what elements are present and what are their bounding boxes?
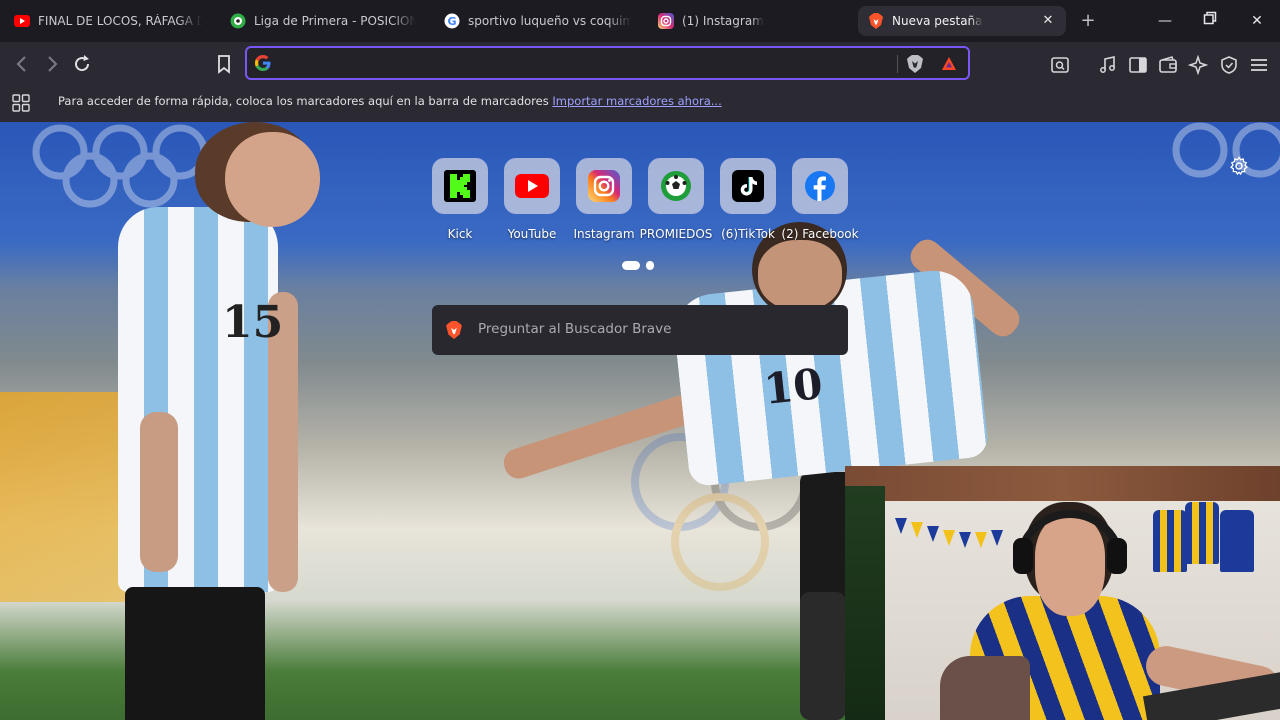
facebook-icon — [792, 158, 848, 214]
bookmarks-bar: Para acceder de forma rápida, coloca los… — [0, 86, 1280, 122]
menu-icon[interactable] — [1249, 55, 1269, 75]
tab-title: FINAL DE LOCOS, RÁFAGA DE G — [38, 14, 202, 28]
address-bar[interactable] — [245, 46, 970, 80]
tab-title: Liga de Primera - POSICIONES — [254, 14, 416, 28]
close-window-icon[interactable]: ✕ — [1247, 11, 1267, 31]
instagram-icon — [658, 13, 674, 29]
toolbar — [0, 42, 1280, 86]
reload-icon[interactable] — [70, 52, 94, 76]
top-sites-pager — [622, 261, 662, 271]
wallet-icon[interactable] — [1158, 55, 1178, 75]
tab-title: (1) Instagram — [682, 14, 764, 28]
tab-youtube[interactable]: FINAL DE LOCOS, RÁFAGA DE G — [4, 6, 212, 36]
google-icon — [255, 55, 271, 71]
bookmarks-hint-text: Para acceder de forma rápida, coloca los… — [58, 94, 549, 108]
tab-liga[interactable]: Liga de Primera - POSICIONES — [220, 6, 426, 36]
top-site-facebook[interactable]: (2) Facebook — [781, 158, 859, 248]
instagram-icon — [576, 158, 632, 214]
media-icon[interactable] — [1098, 55, 1118, 75]
svg-text:G: G — [447, 15, 456, 28]
bookmarks-hint: Para acceder de forma rápida, coloca los… — [58, 94, 722, 108]
gear-icon[interactable] — [1229, 156, 1249, 176]
top-sites: Kick YouTube Instagram PROMIEDOS (6)TikT… — [424, 158, 864, 258]
forward-icon[interactable] — [40, 52, 64, 76]
tab-strip: FINAL DE LOCOS, RÁFAGA DE G Liga de Prim… — [0, 0, 1280, 42]
soccer-ball-icon — [230, 13, 246, 29]
tab-title: sportivo luqueño vs coquimbo — [468, 14, 632, 28]
tab-title: Nueva pestaña — [892, 14, 983, 28]
restore-icon[interactable] — [1200, 11, 1220, 31]
brave-shields-icon[interactable] — [907, 55, 923, 73]
olympic-rings-decoration — [32, 124, 208, 208]
brave-search-box[interactable]: Preguntar al Buscador Brave — [432, 305, 848, 355]
tiktok-icon — [720, 158, 776, 214]
sidebar-icon[interactable] — [1128, 55, 1148, 75]
brave-icon — [446, 321, 462, 339]
pager-dot-active[interactable] — [622, 261, 640, 270]
olympic-rings-decoration — [1172, 122, 1280, 178]
webcam-overlay — [845, 466, 1280, 720]
search-placeholder: Preguntar al Buscador Brave — [478, 321, 672, 337]
divider — [897, 55, 898, 73]
leo-ai-icon[interactable] — [1188, 55, 1208, 75]
youtube-icon — [14, 13, 30, 29]
import-bookmarks-link[interactable]: Importar marcadores ahora... — [552, 94, 721, 108]
vpn-icon[interactable] — [1219, 55, 1239, 75]
pager-dot[interactable] — [646, 261, 654, 270]
reader-mode-icon[interactable] — [1050, 55, 1070, 75]
close-tab-icon[interactable]: ✕ — [1040, 13, 1056, 29]
brave-icon — [868, 13, 884, 29]
brave-rewards-icon[interactable] — [941, 56, 957, 72]
youtube-icon — [504, 158, 560, 214]
soccer-ball-icon — [648, 158, 704, 214]
tab-google-search[interactable]: G sportivo luqueño vs coquimbo — [434, 6, 642, 36]
top-site-label: (2) Facebook — [781, 227, 859, 241]
google-icon: G — [444, 13, 460, 29]
bookmark-icon[interactable] — [212, 52, 236, 76]
minimize-icon[interactable]: — — [1155, 11, 1175, 31]
address-input[interactable] — [279, 53, 879, 73]
back-icon[interactable] — [10, 52, 34, 76]
apps-grid-icon[interactable] — [12, 94, 30, 112]
tab-instagram[interactable]: (1) Instagram — [648, 6, 854, 36]
new-tab-button[interactable]: + — [1078, 11, 1098, 31]
tab-new-tab[interactable]: Nueva pestaña ✕ — [858, 6, 1066, 36]
new-tab-page: 15 10 Kick YouTube Instagram PROMIEDOS (… — [0, 122, 1280, 720]
kick-icon — [432, 158, 488, 214]
